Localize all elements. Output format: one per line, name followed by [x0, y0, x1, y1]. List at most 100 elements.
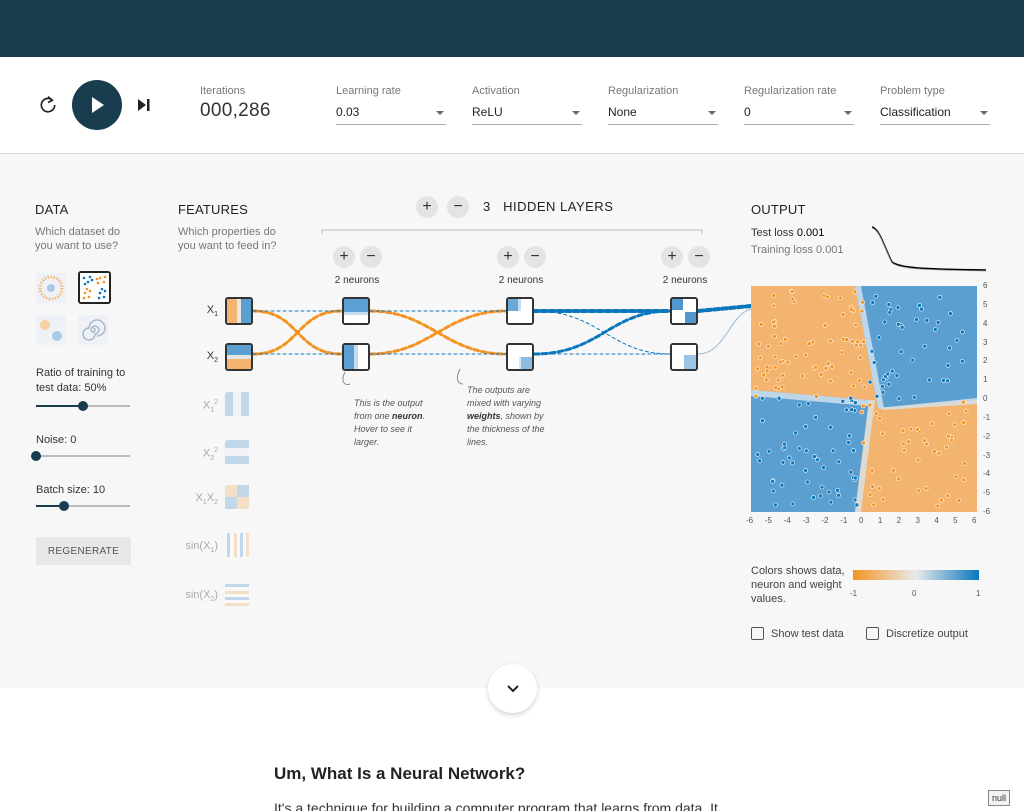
x-tick: 3	[915, 516, 920, 525]
data-point	[960, 329, 965, 335]
data-point	[836, 493, 841, 498]
data-point	[778, 341, 784, 347]
feature-node-7[interactable]	[225, 582, 253, 610]
feature-node-4[interactable]	[225, 440, 253, 468]
data-point	[803, 448, 809, 454]
feature-label-2: X2	[206, 350, 218, 365]
data-point	[853, 322, 859, 328]
data-point	[927, 377, 932, 383]
layer1-neuron2[interactable]	[342, 343, 370, 371]
feature-heatmap	[227, 345, 251, 369]
checkbox-box[interactable]	[866, 627, 879, 640]
activation-group: Activation ReLU	[472, 85, 582, 125]
regularization-rate-select[interactable]: 0	[744, 101, 854, 125]
hidden-layers-label: HIDDEN LAYERS	[503, 199, 614, 214]
feature-node-6[interactable]	[225, 533, 253, 561]
layer3-neuron1[interactable]	[670, 297, 698, 325]
add-layer-button[interactable]: +	[416, 196, 438, 218]
data-point	[933, 327, 938, 332]
data-point	[770, 488, 776, 494]
layer2-neuron2[interactable]	[506, 343, 534, 371]
link-h3n2-output[interactable]	[697, 308, 752, 355]
step-button[interactable]	[132, 93, 156, 117]
data-point	[818, 372, 824, 377]
link-x2-h1n1[interactable]	[251, 309, 344, 356]
data-point	[910, 357, 915, 363]
data-point	[880, 497, 886, 502]
data-point	[852, 497, 858, 503]
neuron-heatmap	[508, 345, 532, 369]
data-point	[771, 303, 777, 309]
layer1-remove-neuron-button[interactable]: −	[360, 246, 382, 268]
activation-select[interactable]: ReLU	[472, 101, 582, 125]
feature-label-4: X22	[202, 447, 218, 462]
data-point	[859, 308, 865, 314]
feature-node-1[interactable]	[225, 297, 253, 325]
data-point	[790, 501, 796, 507]
data-point	[945, 363, 951, 368]
data-point	[962, 461, 967, 466]
data-point	[849, 407, 854, 412]
link-h1n2-h2n1[interactable]	[368, 309, 508, 356]
dropdown-caret-icon	[980, 111, 988, 115]
checkbox-box[interactable]	[751, 627, 764, 640]
link-h2n2-h3n1[interactable]	[532, 309, 672, 356]
data-point	[919, 306, 924, 312]
data-point	[805, 479, 810, 485]
data-point	[917, 303, 922, 308]
layer3-neuron2[interactable]	[670, 343, 698, 371]
data-point	[887, 310, 893, 315]
data-point	[826, 489, 832, 495]
layer1-neuron1[interactable]	[342, 297, 370, 325]
training-loss: Training loss 0.001	[751, 244, 844, 256]
layer1-add-neuron-button[interactable]: +	[333, 246, 355, 268]
iterations-value: 000,286	[200, 100, 271, 121]
layer2-remove-neuron-button[interactable]: −	[524, 246, 546, 268]
data-point	[771, 293, 777, 298]
discretize-output-checkbox[interactable]: Discretize output	[866, 627, 968, 640]
play-button[interactable]	[72, 80, 122, 130]
output-title: OUTPUT	[751, 202, 806, 217]
data-point	[813, 364, 818, 370]
regularization-rate-group: Regularization rate 0	[744, 85, 854, 125]
learning-rate-select[interactable]: 0.03	[336, 101, 446, 125]
data-point	[790, 296, 795, 302]
data-point	[753, 386, 759, 391]
data-point	[766, 448, 772, 454]
data-point	[858, 342, 863, 348]
data-point	[947, 345, 952, 351]
remove-layer-button[interactable]: −	[447, 196, 469, 218]
data-point	[760, 396, 765, 401]
data-point	[819, 484, 825, 490]
layer3-remove-neuron-button[interactable]: −	[688, 246, 710, 268]
feature-node-2[interactable]	[225, 343, 253, 371]
data-point	[836, 459, 842, 465]
data-point	[867, 379, 873, 385]
show-test-data-checkbox[interactable]: Show test data	[751, 627, 844, 640]
data-point	[772, 323, 777, 329]
link-h3n1-output[interactable]	[696, 304, 753, 313]
data-point	[828, 424, 833, 430]
data-point	[873, 293, 879, 299]
data-point	[873, 411, 879, 416]
data-point	[771, 319, 776, 325]
reset-button[interactable]	[36, 93, 60, 117]
data-point	[796, 402, 802, 408]
feature-node-3[interactable]	[225, 392, 253, 420]
feature-node-5[interactable]	[225, 485, 253, 513]
data-point	[935, 320, 941, 325]
layer2-add-neuron-button[interactable]: +	[497, 246, 519, 268]
output-heatmap[interactable]	[751, 286, 977, 512]
layer2-neuron1[interactable]	[506, 297, 534, 325]
annotation1-bold: neuron	[392, 411, 423, 421]
regularization-select[interactable]: None	[608, 101, 718, 125]
data-point	[949, 437, 954, 443]
data-point	[830, 448, 836, 454]
scroll-down-button[interactable]	[488, 664, 537, 713]
problem-type-select[interactable]: Classification	[880, 101, 990, 125]
data-point	[871, 502, 876, 508]
data-point	[823, 323, 828, 328]
data-point	[894, 373, 900, 378]
layer3-add-neuron-button[interactable]: +	[661, 246, 683, 268]
data-point	[780, 373, 786, 378]
